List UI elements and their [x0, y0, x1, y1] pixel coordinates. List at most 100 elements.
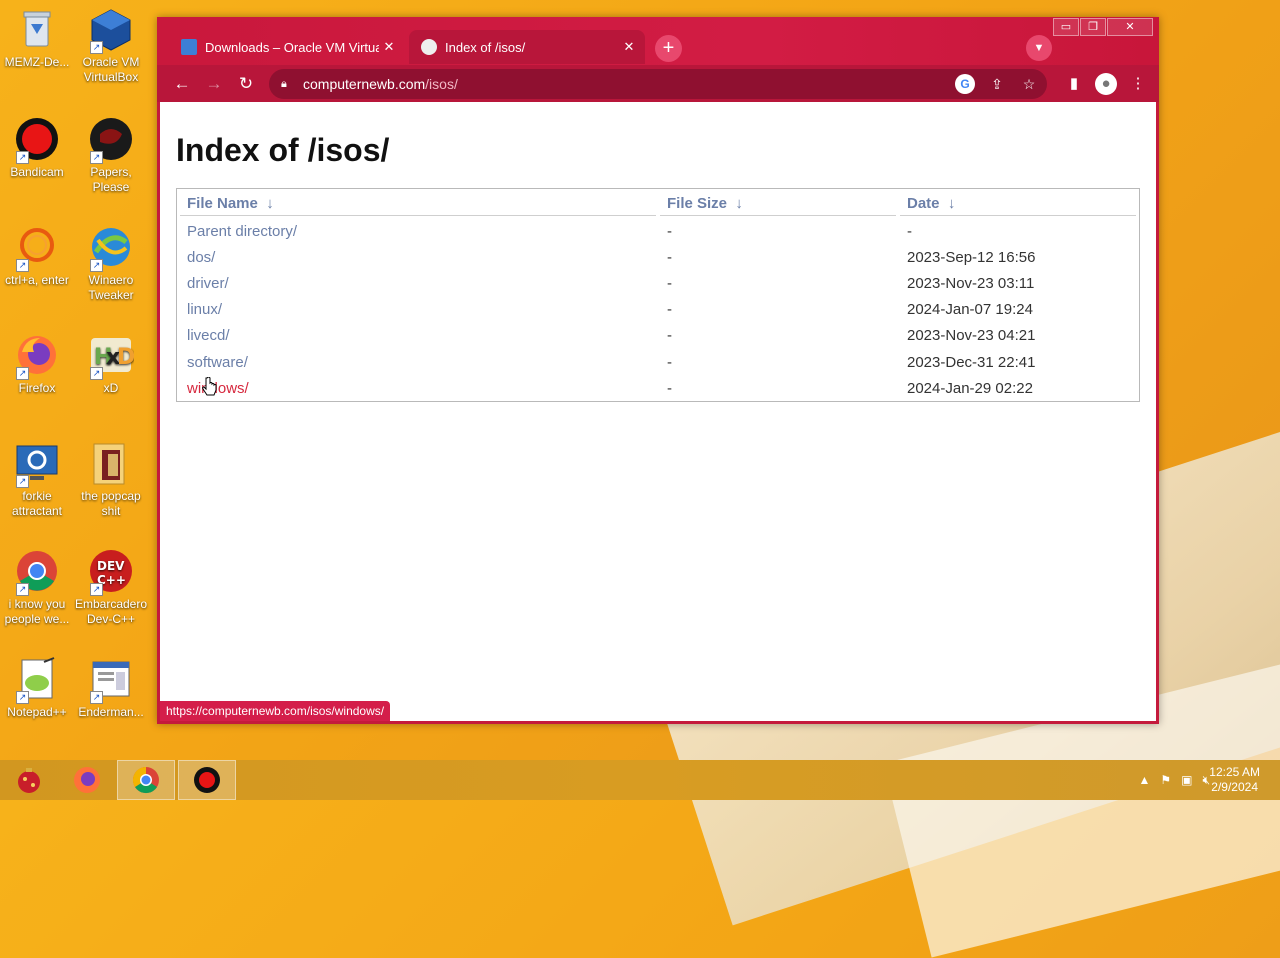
taskbar-firefox[interactable]: [58, 760, 116, 800]
devcpp-icon: DEV C++ ↗: [88, 548, 134, 596]
tab-close-icon[interactable]: ✕: [619, 39, 639, 55]
bandicam-icon: ↗: [14, 116, 60, 164]
file-link[interactable]: livecd/: [187, 327, 230, 344]
back-arrow-icon[interactable]: ←: [171, 73, 193, 95]
file-link[interactable]: linux/: [187, 301, 222, 318]
side-panel-icon[interactable]: ▮: [1063, 73, 1085, 95]
file-link[interactable]: Parent directory/: [187, 223, 297, 240]
share-icon[interactable]: ⇪: [987, 74, 1007, 94]
shortcut-arrow-icon: ↗: [90, 259, 103, 272]
tab-search-chevron-icon[interactable]: ▼: [1026, 35, 1052, 61]
shortcut-arrow-icon: ↗: [90, 583, 103, 596]
header-divider: [900, 215, 1136, 216]
taskbar-chrome[interactable]: [117, 760, 175, 800]
desktop-icon-forkie[interactable]: ↗ forkie attractant: [0, 440, 74, 519]
desktop-icon-label: Papers, Please: [90, 165, 132, 194]
minimize-button[interactable]: ▭: [1053, 18, 1079, 36]
taskbar-bandicam[interactable]: [178, 760, 236, 800]
folder-icon: [88, 440, 134, 486]
directory-listing-table: File Name ↓ File Size ↓ Date ↓ Parent di…: [176, 188, 1140, 402]
shortcut-arrow-icon: ↗: [16, 367, 29, 380]
bookmark-star-icon[interactable]: ☆: [1019, 74, 1039, 94]
desktop-icon-notepadpp[interactable]: ↗ Notepad++: [0, 656, 74, 720]
firefox-icon: ↗: [14, 332, 60, 380]
desktop-icon-bandicam[interactable]: ↗ Bandicam: [0, 116, 74, 180]
tray-chevron-icon[interactable]: ▲: [1138, 773, 1150, 788]
table-row: windows/ - 2024-Jan-29 02:22: [177, 380, 1137, 406]
menu-kebab-icon[interactable]: ⋮: [1127, 73, 1149, 95]
desktop-icon-virtualbox[interactable]: ↗ Oracle VM VirtualBox: [74, 6, 148, 85]
file-date: 2023-Sep-12 16:56: [907, 249, 1036, 266]
restore-button[interactable]: ❐: [1080, 18, 1106, 36]
sort-arrow-icon: ↓: [266, 195, 274, 212]
shortcut-arrow-icon: ↗: [90, 367, 103, 380]
desktop-icon-chrome[interactable]: ↗ i know you people we...: [0, 548, 74, 627]
column-header-file-size[interactable]: File Size ↓: [667, 195, 743, 212]
profile-avatar-icon[interactable]: ●: [1095, 73, 1117, 95]
start-button[interactable]: [0, 760, 58, 800]
file-date: 2024-Jan-29 02:22: [907, 380, 1033, 397]
desktop-icon-winaero[interactable]: ↗ Winaero Tweaker: [74, 224, 148, 303]
ornament-start-icon: [18, 768, 40, 793]
desktop-icon-label: Enderman...: [78, 705, 144, 719]
desktop-icon-label: i know you people we...: [4, 597, 70, 626]
desktop-icon-devcpp[interactable]: DEV C++ ↗ Embarcadero Dev-C++: [74, 548, 148, 627]
settings-monitor-icon: ↗: [14, 440, 60, 488]
desktop-icon-memz[interactable]: MEMZ-De...: [0, 6, 74, 70]
forward-arrow-icon[interactable]: →: [203, 73, 225, 95]
shortcut-arrow-icon: ↗: [90, 691, 103, 704]
address-bar[interactable]: 🔒︎ computernewb.com/isos/ G ⇪ ☆: [269, 69, 1047, 99]
url-domain: computernewb.com: [303, 76, 426, 92]
column-header-file-name[interactable]: File Name ↓: [187, 195, 274, 212]
file-date: 2023-Dec-31 22:41: [907, 354, 1036, 371]
file-size: -: [667, 223, 672, 240]
file-link[interactable]: software/: [187, 354, 248, 371]
close-window-button[interactable]: ✕: [1107, 18, 1153, 36]
desktop-icon-label: the popcap shit: [81, 489, 141, 518]
desktop-icon-enderman[interactable]: ↗ Enderman...: [74, 656, 148, 720]
toolbar-right: ▮ ● ⋮: [1053, 73, 1149, 95]
table-row: driver/ - 2023-Nov-23 03:11: [177, 275, 1137, 301]
table-row: Parent directory/ - -: [177, 223, 1137, 249]
desktop-icon-popcap[interactable]: the popcap shit: [74, 440, 148, 519]
file-link[interactable]: dos/: [187, 249, 215, 266]
svg-text:D: D: [117, 345, 134, 370]
table-row: software/ - 2023-Dec-31 22:41: [177, 354, 1137, 380]
file-link[interactable]: driver/: [187, 275, 229, 292]
tab-downloads-virtualbox[interactable]: Downloads – Oracle VM VirtualB ✕: [169, 30, 405, 64]
reload-icon[interactable]: ↻: [235, 73, 257, 95]
firefox-icon: [74, 767, 100, 793]
network-icon[interactable]: ▣: [1181, 773, 1192, 788]
desktop-icon-label: Winaero Tweaker: [88, 273, 134, 302]
desktop-icon-papers-please[interactable]: ↗ Papers, Please: [74, 116, 148, 195]
table-row: linux/ - 2024-Jan-07 19:24: [177, 301, 1137, 327]
google-lens-icon[interactable]: G: [955, 74, 975, 94]
file-date: 2024-Jan-07 19:24: [907, 301, 1033, 318]
desktop-icon-ctrl-a-enter[interactable]: ↗ ctrl+a, enter: [0, 224, 74, 288]
system-tray: ▲ ⚑ ▣ 🔇︎: [1128, 773, 1210, 788]
flag-icon[interactable]: ⚑: [1160, 773, 1171, 788]
window-controls: ▭ ❐ ✕: [1052, 18, 1153, 36]
desktop-icon-xd[interactable]: HxD ↗ xD: [74, 332, 148, 396]
shortcut-arrow-icon: ↗: [90, 151, 103, 164]
hxd-icon: HxD ↗: [88, 332, 135, 380]
hand-cursor-icon: [202, 377, 217, 396]
file-link-hovered[interactable]: windows/: [187, 380, 249, 397]
page-title: Index of /isos/: [176, 132, 390, 168]
shortcut-arrow-icon: ↗: [90, 41, 103, 54]
shortcut-arrow-icon: ↗: [16, 151, 29, 164]
tab-close-icon[interactable]: ✕: [379, 39, 399, 55]
tab-index-of-isos[interactable]: Index of /isos/ ✕: [409, 30, 645, 64]
lock-icon: 🔒︎: [281, 77, 287, 90]
new-tab-button[interactable]: +: [655, 35, 682, 62]
desktop-icon-firefox[interactable]: ↗ Firefox: [0, 332, 74, 396]
clock[interactable]: 12:25 AM 2/9/2024: [1209, 765, 1260, 795]
header-divider: [180, 215, 656, 216]
column-header-date[interactable]: Date ↓: [907, 195, 955, 212]
file-date: -: [907, 223, 912, 240]
file-size: -: [667, 275, 672, 292]
recycle-bin-icon: [14, 6, 60, 52]
omnibox-actions: G ⇪ ☆: [943, 74, 1039, 94]
sort-arrow-icon: ↓: [947, 195, 956, 212]
page-content: Index of /isos/ File Name ↓ File Size ↓ …: [160, 102, 1156, 721]
